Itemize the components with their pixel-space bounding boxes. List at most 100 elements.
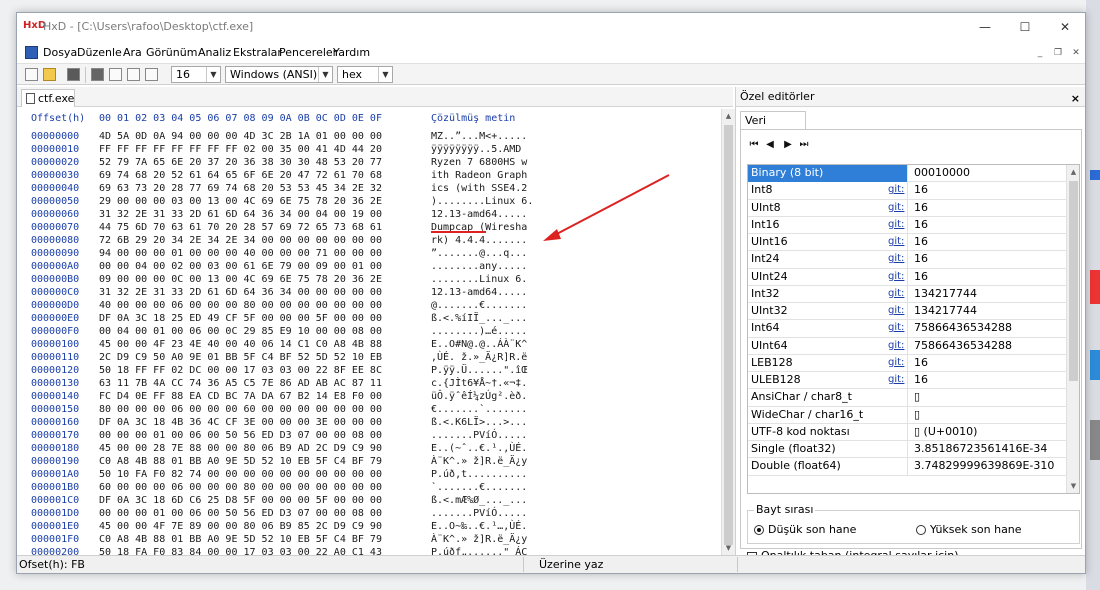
goto-link[interactable]: git: [888, 320, 906, 336]
hex-row[interactable]: 00000110 2C D9 C9 50 A0 9E 01 BB 5F C4 BF… [17, 352, 721, 365]
hex-row[interactable]: 00000120 50 18 FF FF 02 DC 00 00 17 03 03… [17, 365, 721, 378]
inspector-value[interactable]: 3.85186723561416E-34 [911, 441, 1066, 458]
inspector-row[interactable]: UInt32 git: 134217744 [748, 303, 1066, 321]
goto-link[interactable]: git: [888, 303, 906, 319]
maximize-button[interactable]: ☐ [1005, 17, 1045, 37]
inspector-row[interactable]: UTF-8 kod noktası ▯ (U+0010) [748, 423, 1066, 441]
inspector-value[interactable]: 16 [911, 182, 1066, 199]
hex-row[interactable]: 000000D0 40 00 00 00 06 00 00 00 80 00 00… [17, 300, 721, 313]
big-endian-radio[interactable] [916, 525, 926, 535]
document-icon[interactable] [25, 46, 38, 59]
inspector-value[interactable]: 75866436534288 [911, 320, 1066, 337]
inspector-row[interactable]: UInt24 git: 16 [748, 268, 1066, 286]
goto-link[interactable]: git: [888, 217, 906, 233]
hex-row[interactable]: 000001B0 60 00 00 00 06 00 00 00 80 00 00… [17, 482, 721, 495]
goto-link[interactable]: git: [888, 182, 906, 198]
scroll-up-icon[interactable]: ▲ [1067, 165, 1079, 179]
hex-row[interactable]: 000000E0 DF 0A 3C 18 25 ED 49 CF 5F 00 00… [17, 313, 721, 326]
goto-link[interactable]: git: [888, 338, 906, 354]
goto-link[interactable]: git: [888, 269, 906, 285]
first-icon[interactable]: ⏮ [747, 138, 761, 152]
hex-row[interactable]: 00000180 45 00 00 28 7E 88 00 00 80 06 B9… [17, 443, 721, 456]
tab-data-inspector[interactable]: Veri denetçisi [740, 111, 806, 144]
scroll-up-icon[interactable]: ▲ [722, 109, 735, 123]
menu-ara[interactable]: Ara [123, 46, 142, 59]
inspector-value[interactable]: 16 [911, 200, 1066, 217]
hex-row[interactable]: 000001E0 45 00 00 4F 7E 89 00 00 80 06 B9… [17, 521, 721, 534]
inspector-value[interactable]: 134217744 [911, 303, 1066, 320]
inspector-scrollbar[interactable]: ▲ ▼ [1066, 165, 1079, 493]
open-folder-icon[interactable] [43, 68, 56, 81]
menu-duzenle[interactable]: Düzenle [77, 46, 122, 59]
hex-row[interactable]: 000000A0 00 00 04 00 02 00 03 00 61 6E 79… [17, 261, 721, 274]
inspector-row[interactable]: WideChar / char16_t ▯ [748, 406, 1066, 424]
inspector-row[interactable]: UInt64 git: 75866436534288 [748, 337, 1066, 355]
menu-gorunum[interactable]: Görünüm [146, 46, 197, 59]
little-endian-radio[interactable] [754, 525, 764, 535]
mdi-restore-icon[interactable]: ❐ [1051, 46, 1065, 60]
inspector-value[interactable]: 134217744 [911, 286, 1066, 303]
hex-row[interactable]: 000000B0 09 00 00 00 0C 00 13 00 4C 69 6E… [17, 274, 721, 287]
hex-row[interactable]: 00000130 63 11 7B 4A CC 74 36 A5 C5 7E 86… [17, 378, 721, 391]
last-icon[interactable]: ⏭ [797, 138, 811, 152]
menu-ekstralar[interactable]: Ekstralar [233, 46, 282, 59]
cut-icon[interactable] [91, 68, 104, 81]
hex-row[interactable]: 00000140 FC D4 0E FF 88 EA CD BC 7A DA 67… [17, 391, 721, 404]
inspector-row[interactable]: UInt16 git: 16 [748, 234, 1066, 252]
goto-link[interactable]: git: [888, 355, 906, 371]
inspector-row[interactable]: UInt8 git: 16 [748, 199, 1066, 217]
inspector-row[interactable]: LEB128 git: 16 [748, 354, 1066, 372]
inspector-value[interactable]: ▯ (U+0010) [911, 424, 1066, 441]
paste-icon[interactable] [127, 68, 140, 81]
inspector-value[interactable]: 75866436534288 [911, 338, 1066, 355]
save-icon[interactable] [67, 68, 80, 81]
hex-editor[interactable]: Offset(h) 00 01 02 03 04 05 06 07 08 09 … [17, 109, 721, 555]
menu-analiz[interactable]: Analiz [198, 46, 231, 59]
scroll-down-icon[interactable]: ▼ [1067, 479, 1079, 493]
goto-link[interactable]: git: [888, 286, 906, 302]
inspector-row[interactable]: Int32 git: 134217744 [748, 285, 1066, 303]
inspector-value[interactable]: 16 [911, 372, 1066, 389]
goto-link[interactable]: git: [888, 251, 906, 267]
inspector-row[interactable]: Double (float64) 3.74829999639869E-310 [748, 458, 1066, 476]
inspector-value[interactable]: 16 [911, 217, 1066, 234]
hex-row[interactable]: 00000170 00 00 00 01 00 06 00 50 56 ED D3… [17, 430, 721, 443]
goto-link[interactable]: git: [888, 200, 906, 216]
inspector-value[interactable]: ▯ [911, 389, 1066, 406]
previous-icon[interactable]: ◀ [763, 138, 777, 152]
tab-ctf-exe[interactable]: ctf.exe [21, 89, 75, 107]
close-button[interactable]: ✕ [1045, 17, 1085, 37]
inspector-row[interactable]: ULEB128 git: 16 [748, 372, 1066, 390]
hex-row[interactable]: 000001A0 50 10 FA F0 82 74 00 00 00 00 00… [17, 469, 721, 482]
hex-row[interactable]: 000001F0 C0 A8 4B 88 01 BB A0 9E 5D 52 10… [17, 534, 721, 547]
hex-row[interactable]: 00000010 FF FF FF FF FF FF FF FF 02 00 35… [17, 144, 721, 157]
display-mode-select[interactable]: hex ▼ [337, 66, 393, 83]
next-icon[interactable]: ▶ [781, 138, 795, 152]
inspector-value[interactable]: ▯ [911, 407, 1066, 424]
goto-link[interactable]: git: [888, 234, 906, 250]
hex-row[interactable]: 00000150 80 00 00 00 06 00 00 00 60 00 00… [17, 404, 721, 417]
hex-row[interactable]: 00000190 C0 A8 4B 88 01 BB A0 9E 5D 52 10… [17, 456, 721, 469]
hex-row[interactable]: 000000C0 31 32 2E 31 33 2D 61 6D 64 36 34… [17, 287, 721, 300]
hex-row[interactable]: 00000100 45 00 00 4F 23 4E 40 00 40 06 14… [17, 339, 721, 352]
inspector-value[interactable]: 16 [911, 251, 1066, 268]
mdi-close-icon[interactable]: ✕ [1069, 46, 1083, 60]
hex-scrollbar[interactable]: ▲ ▼ [721, 109, 735, 555]
inspector-value[interactable]: 16 [911, 234, 1066, 251]
menu-yardim[interactable]: Yardım [333, 46, 370, 59]
hex-row[interactable]: 000000F0 00 04 00 01 00 06 00 0C 29 85 E9… [17, 326, 721, 339]
panel-close-icon[interactable]: × [1071, 89, 1080, 108]
charset-select[interactable]: Windows (ANSI) ▼ [225, 66, 333, 83]
inspector-row[interactable]: Int16 git: 16 [748, 216, 1066, 234]
hex-row[interactable]: 00000090 94 00 00 00 01 00 00 00 40 00 00… [17, 248, 721, 261]
hex-row[interactable]: 00000000 4D 5A 0D 0A 94 00 00 00 4D 3C 2B… [17, 131, 721, 144]
hex-row[interactable]: 00000160 DF 0A 3C 18 4B 36 4C CF 3E 00 00… [17, 417, 721, 430]
mdi-minimize-icon[interactable]: _ [1033, 46, 1047, 60]
goto-link[interactable]: git: [888, 372, 906, 388]
minimize-button[interactable]: — [965, 17, 1005, 37]
inspector-value[interactable]: 16 [911, 269, 1066, 286]
new-file-icon[interactable] [25, 68, 38, 81]
inspector-row[interactable]: Int24 git: 16 [748, 251, 1066, 269]
inspector-row[interactable]: Int64 git: 75866436534288 [748, 320, 1066, 338]
hex-row[interactable]: 000001C0 DF 0A 3C 18 6D C6 25 D8 5F 00 00… [17, 495, 721, 508]
